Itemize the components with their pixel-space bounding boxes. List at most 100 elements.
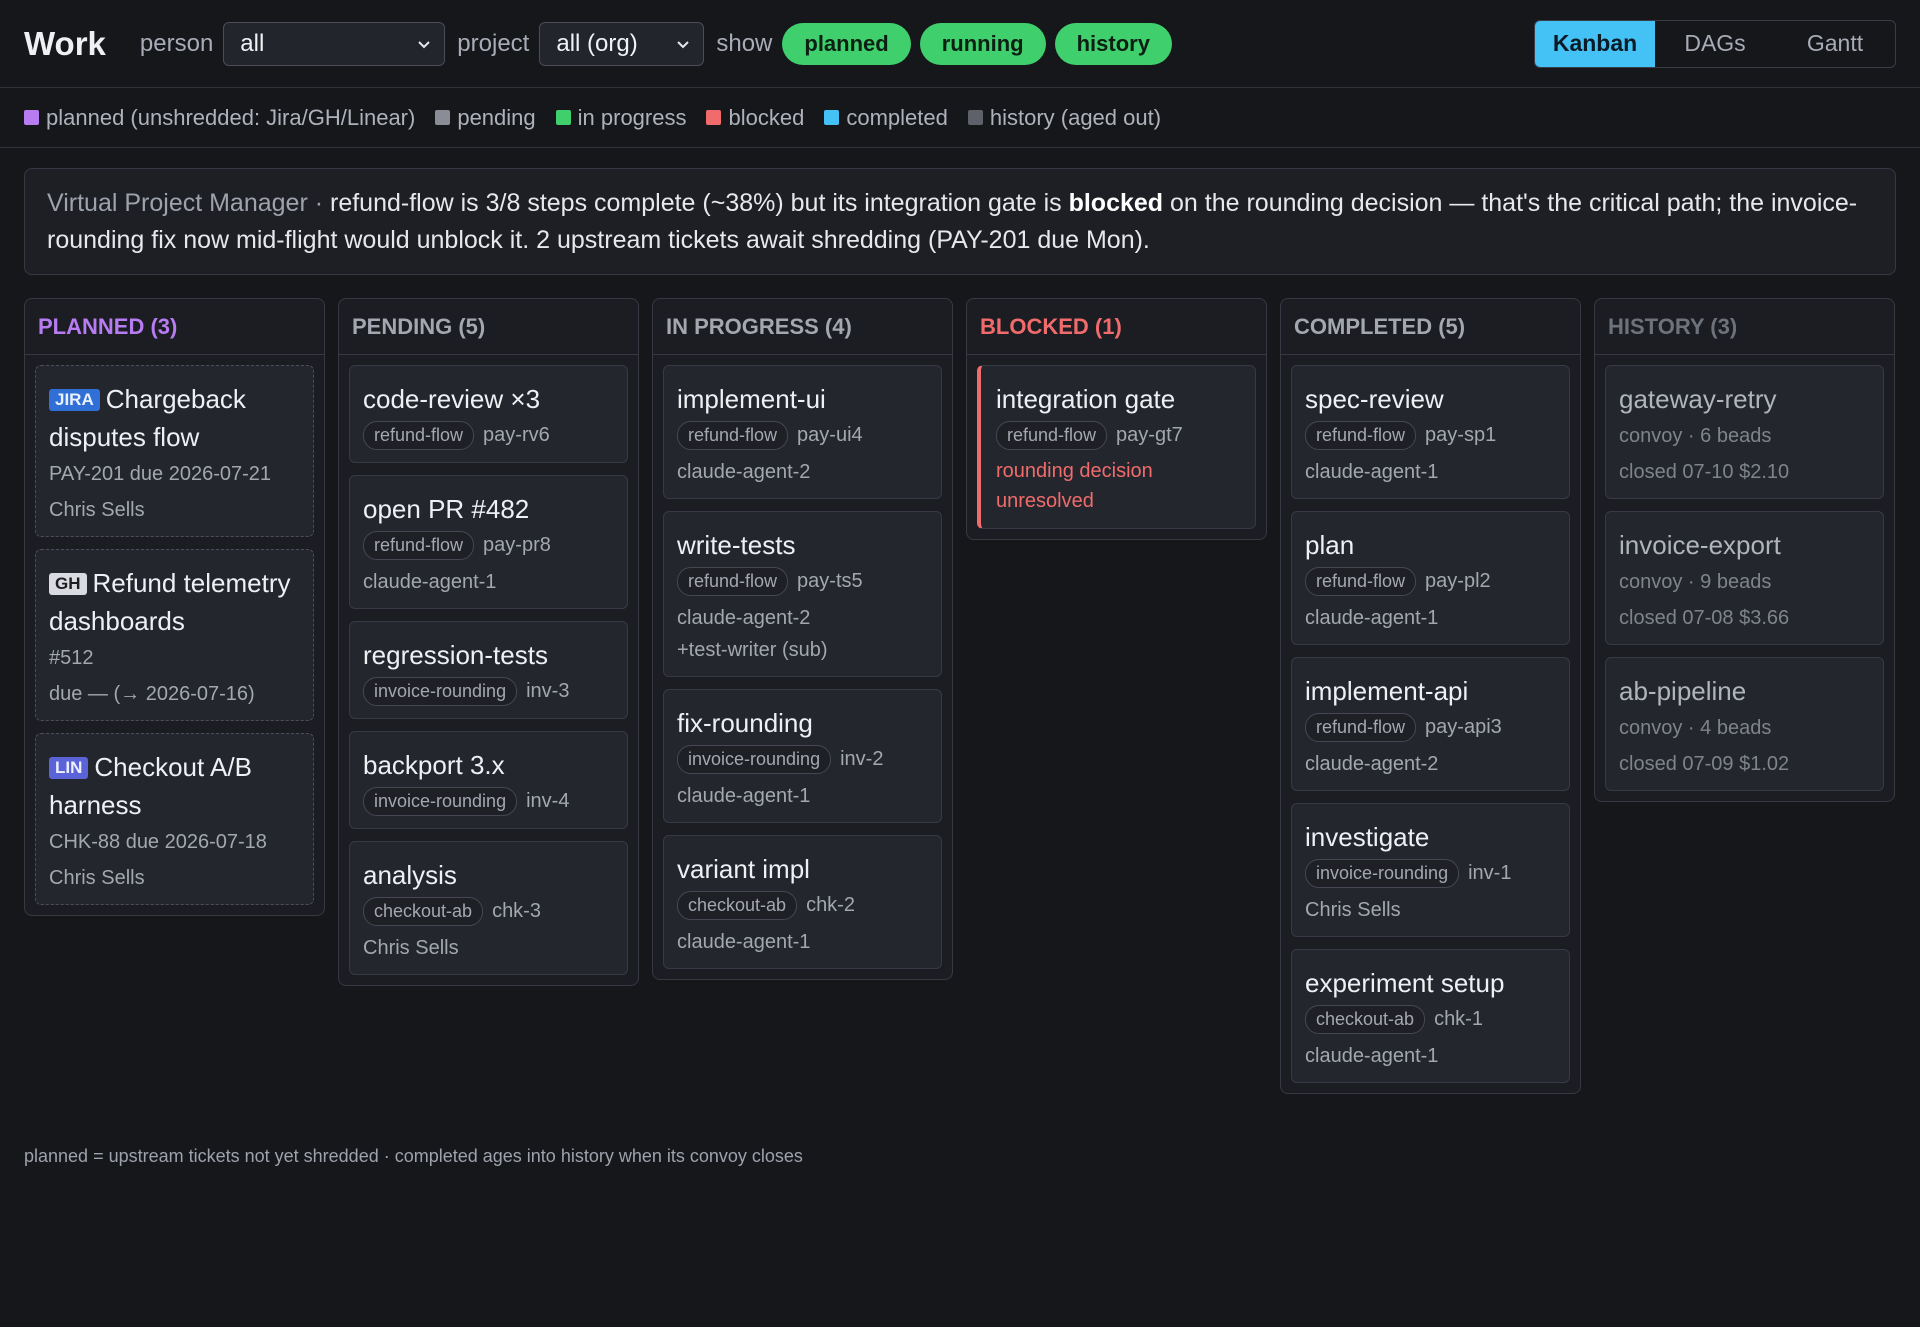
task-card[interactable]: investigate invoice-rounding inv-1 Chris…: [1291, 803, 1570, 937]
task-card[interactable]: analysis checkout-ab chk-3 Chris Sells: [349, 841, 628, 975]
card-title: investigate: [1305, 822, 1430, 852]
task-card[interactable]: implement-api refund-flow pay-api3 claud…: [1291, 657, 1570, 791]
show-running-toggle[interactable]: running: [919, 22, 1046, 65]
task-id: inv-3: [526, 680, 570, 702]
project-tag: refund-flow: [1305, 567, 1417, 596]
person-select[interactable]: all: [223, 21, 446, 66]
card-ref: PAY-201 due 2026-07-21: [49, 463, 272, 485]
project-manager-summary: Virtual Project Manager · refund-flow is…: [24, 168, 1896, 275]
task-card[interactable]: fix-rounding invoice-rounding inv-2 clau…: [663, 689, 942, 823]
convoy-card[interactable]: invoice-export convoy · 9 beads closed 0…: [1605, 511, 1884, 645]
ticket-card[interactable]: GH Refund telemetry dashboards #512 due —…: [35, 549, 314, 721]
card-title: analysis: [363, 860, 457, 890]
column-header: IN PROGRESS (4): [653, 299, 952, 355]
task-id: inv-4: [526, 790, 570, 812]
project-tag: refund-flow: [677, 567, 789, 596]
card-title: ab-pipeline: [1619, 676, 1747, 706]
task-card[interactable]: integration gate refund-flow pay-gt7 rou…: [977, 365, 1256, 529]
task-id: chk-3: [492, 900, 541, 922]
convoy-card[interactable]: gateway-retry convoy · 6 beads closed 07…: [1605, 365, 1884, 499]
column-planned: PLANNED (3) JIRA Chargeback disputes flow…: [24, 298, 325, 916]
project-tag: refund-flow: [1305, 421, 1417, 450]
card-tags: refund-flow pay-ui4: [677, 421, 928, 450]
task-id: inv-2: [840, 748, 884, 770]
card-tags: invoice-rounding inv-4: [363, 787, 614, 816]
view-dags-tab[interactable]: DAGs: [1655, 21, 1775, 67]
ticket-card[interactable]: JIRA Chargeback disputes flow PAY-201 due…: [35, 365, 314, 537]
legend-item-blocked: blocked: [706, 105, 804, 131]
card-title: backport 3.x: [363, 750, 505, 780]
convoy-card[interactable]: ab-pipeline convoy · 4 beads closed 07-0…: [1605, 657, 1884, 791]
card-owner: Chris Sells: [49, 867, 145, 889]
legend-item-history: history (aged out): [967, 105, 1161, 131]
card-title: JIRA Chargeback disputes flow: [49, 380, 300, 456]
task-card[interactable]: open PR #482 refund-flow pay-pr8 claude-…: [349, 475, 628, 609]
card-title: invoice-export: [1619, 530, 1781, 560]
legend-label: blocked: [728, 104, 805, 130]
view-gantt-tab[interactable]: Gantt: [1775, 21, 1895, 67]
task-card[interactable]: write-tests refund-flow pay-ts5 claude-a…: [663, 511, 942, 677]
legend-label: in progress: [577, 104, 687, 130]
card-assignee: claude-agent-1: [677, 785, 811, 807]
task-card[interactable]: spec-review refund-flow pay-sp1 claude-a…: [1291, 365, 1570, 499]
task-id: pay-pr8: [483, 534, 551, 556]
legend-label: completed: [846, 104, 948, 130]
project-tag: checkout-ab: [1305, 1005, 1426, 1034]
convoy-summary: convoy · 4 beads: [1619, 717, 1772, 739]
card-title: regression-tests: [363, 640, 548, 670]
project-tag: invoice-rounding: [677, 745, 832, 774]
legend-swatch: [435, 110, 451, 125]
card-assignee: Chris Sells: [363, 937, 459, 959]
legend-item-completed: completed: [824, 105, 948, 131]
person-filter-label: person: [139, 29, 214, 57]
card-tags: invoice-rounding inv-3: [363, 677, 614, 706]
jira-badge: JIRA: [49, 389, 100, 411]
task-card[interactable]: regression-tests invoice-rounding inv-3: [349, 621, 628, 719]
legend-swatch: [706, 110, 722, 125]
task-card[interactable]: code-review ×3 refund-flow pay-rv6: [349, 365, 628, 463]
card-title: gateway-retry: [1619, 384, 1777, 414]
card-tags: refund-flow pay-api3: [1305, 713, 1556, 742]
convoy-closed: closed 07-09 $1.02: [1619, 753, 1790, 775]
column-blocked: BLOCKED (1) integration gate refund-flow…: [966, 298, 1267, 540]
project-select-value: all (org): [556, 29, 638, 57]
legend-item-pending: pending: [435, 105, 536, 131]
project-tag: refund-flow: [677, 421, 789, 450]
task-id: pay-sp1: [1425, 424, 1497, 446]
card-title: variant impl: [677, 854, 810, 884]
status-legend: planned (unshredded: Jira/GH/Linear) pen…: [0, 88, 1920, 148]
project-tag: refund-flow: [996, 421, 1108, 450]
task-card[interactable]: implement-ui refund-flow pay-ui4 claude-…: [663, 365, 942, 499]
summary-source-label: Virtual Project Manager ·: [47, 189, 330, 217]
card-ref: #512: [49, 647, 94, 669]
view-kanban-tab[interactable]: Kanban: [1535, 20, 1655, 67]
card-assignee: claude-agent-2: [1305, 753, 1439, 775]
card-title: fix-rounding: [677, 708, 813, 738]
show-planned-toggle[interactable]: planned: [782, 22, 911, 65]
card-title: experiment setup: [1305, 968, 1505, 998]
column-header: HISTORY (3): [1595, 299, 1894, 355]
column-completed: COMPLETED (5) spec-review refund-flow pa…: [1280, 298, 1581, 1094]
linear-badge: LIN: [49, 757, 89, 779]
show-history-toggle[interactable]: history: [1054, 22, 1172, 65]
show-filter-label: show: [716, 29, 773, 57]
card-tags: checkout-ab chk-3: [363, 897, 614, 926]
project-tag: invoice-rounding: [363, 677, 518, 706]
legend-swatch: [555, 110, 571, 125]
task-card[interactable]: variant impl checkout-ab chk-2 claude-ag…: [663, 835, 942, 969]
column-header: BLOCKED (1): [967, 299, 1266, 355]
task-card[interactable]: plan refund-flow pay-pl2 claude-agent-1: [1291, 511, 1570, 645]
card-tags: refund-flow pay-gt7: [996, 421, 1242, 450]
chevron-down-icon: [677, 40, 690, 48]
legend-item-planned: planned (unshredded: Jira/GH/Linear): [24, 105, 415, 131]
project-select[interactable]: all (org): [539, 21, 705, 66]
card-title: implement-ui: [677, 384, 826, 414]
card-tags: invoice-rounding inv-1: [1305, 859, 1556, 888]
card-assignee: claude-agent-1: [363, 571, 497, 593]
ticket-card[interactable]: LIN Checkout A/B harness CHK-88 due 2026-…: [35, 733, 314, 905]
task-card[interactable]: backport 3.x invoice-rounding inv-4: [349, 731, 628, 829]
task-id: pay-rv6: [483, 424, 550, 446]
column-header: PLANNED (3): [25, 299, 324, 355]
card-title: GH Refund telemetry dashboards: [49, 564, 300, 640]
task-card[interactable]: experiment setup checkout-ab chk-1 claud…: [1291, 949, 1570, 1083]
